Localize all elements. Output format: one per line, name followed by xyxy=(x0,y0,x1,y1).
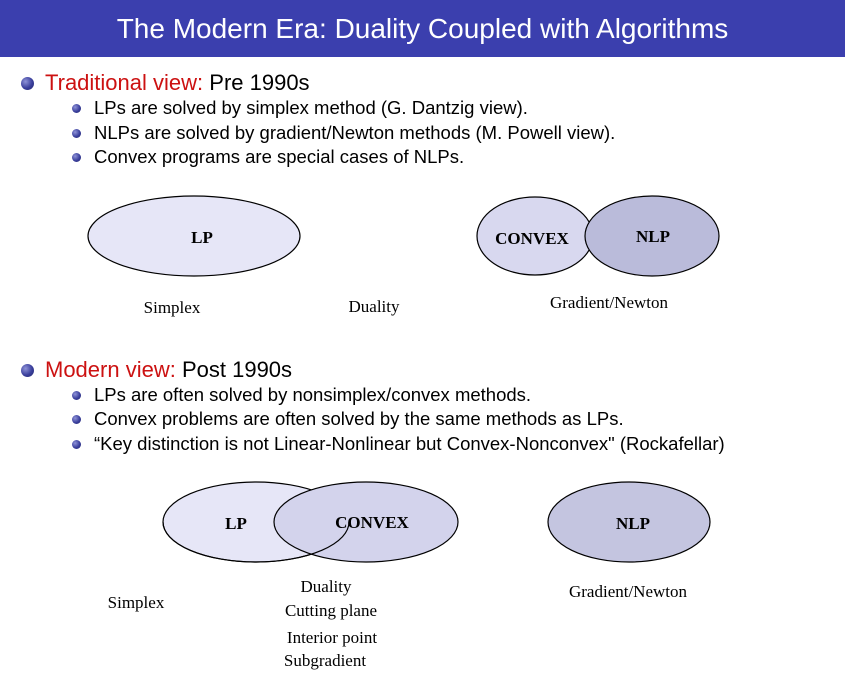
simplex-label: Simplex xyxy=(108,593,165,612)
simplex-label: Simplex xyxy=(144,298,201,317)
method-cutting-plane: Cutting plane xyxy=(285,601,377,620)
method-duality: Duality xyxy=(301,577,352,596)
nlp-label: NLP xyxy=(616,514,650,533)
gradient-newton-label: Gradient/Newton xyxy=(569,582,688,601)
nlp-label: NLP xyxy=(636,227,670,246)
modern-diagram: LP CONVEX NLP Simplex Duality Cutting pl… xyxy=(108,481,711,670)
duality-label: Duality xyxy=(349,297,400,316)
method-subgradient: Subgradient xyxy=(284,651,366,670)
traditional-diagram: LP CONVEX NLP Simplex Duality Gradient/N… xyxy=(87,195,720,317)
method-interior-point: Interior point xyxy=(287,628,377,647)
venn-diagrams: LP CONVEX NLP Simplex Duality Gradient/N… xyxy=(87,195,720,670)
lp-label: LP xyxy=(225,514,247,533)
convex-label: CONVEX xyxy=(495,229,569,248)
convex-label: CONVEX xyxy=(335,513,409,532)
lp-label: LP xyxy=(191,228,213,247)
gradient-newton-label: Gradient/Newton xyxy=(550,293,669,312)
